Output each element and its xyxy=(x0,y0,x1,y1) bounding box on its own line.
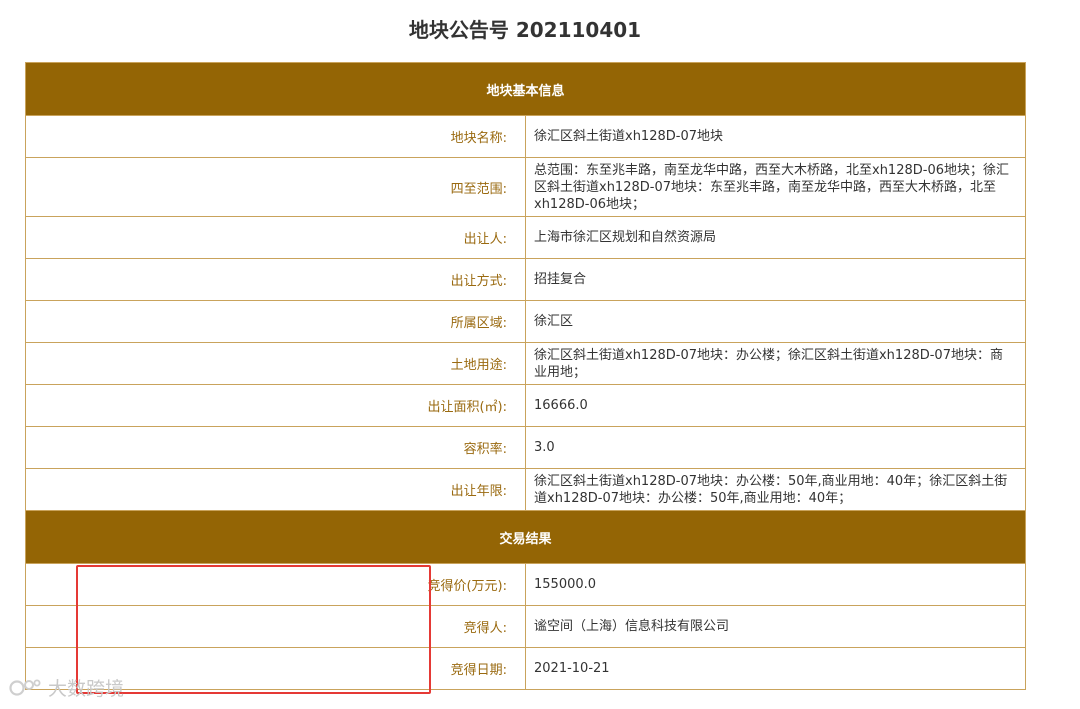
seller-label: 出让人: xyxy=(25,216,526,259)
parcel-name-label: 地块名称: xyxy=(25,115,526,158)
table-row: 土地用途: 徐汇区斜土街道xh128D-07地块：办公楼；徐汇区斜土街道xh12… xyxy=(25,342,1026,385)
table-row: 容积率: 3.0 xyxy=(25,426,1026,469)
land-use-value: 徐汇区斜土街道xh128D-07地块：办公楼；徐汇区斜土街道xh128D-07地… xyxy=(525,342,1026,385)
result-header-row: 交易结果 xyxy=(25,510,1026,564)
plot-ratio-label: 容积率: xyxy=(25,426,526,469)
page-title: 地块公告号 202110401 xyxy=(408,18,642,42)
table-row: 出让人: 上海市徐汇区规划和自然资源局 xyxy=(25,216,1026,259)
parcel-name-value: 徐汇区斜土街道xh128D-07地块 xyxy=(525,115,1026,158)
table-row: 出让面积(㎡): 16666.0 xyxy=(25,384,1026,427)
watermark-logo-icon xyxy=(9,679,41,696)
land-use-label: 土地用途: xyxy=(25,342,526,385)
area-label: 出让面积(㎡): xyxy=(25,384,526,427)
watermark-text: 大数跨境 xyxy=(48,678,125,700)
transfer-method-value: 招挂复合 xyxy=(525,258,1026,301)
area-value: 16666.0 xyxy=(525,384,1026,427)
table-row: 出让年限: 徐汇区斜土街道xh128D-07地块：办公楼：50年,商业用地：40… xyxy=(25,468,1026,511)
boundary-value: 总范围：东至兆丰路，南至龙华中路，西至大木桥路，北至xh128D-06地块；徐汇… xyxy=(525,157,1026,217)
basic-info-heading: 地块基本信息 xyxy=(25,62,1026,116)
district-value: 徐汇区 xyxy=(525,300,1026,343)
district-label: 所属区域: xyxy=(25,300,526,343)
basic-info-header-row: 地块基本信息 xyxy=(25,62,1026,116)
table-row: 出让方式: 招挂复合 xyxy=(25,258,1026,301)
table-row: 四至范围: 总范围：东至兆丰路，南至龙华中路，西至大木桥路，北至xh128D-0… xyxy=(25,157,1026,217)
winning-date-value: 2021-10-21 xyxy=(525,647,1026,690)
boundary-label: 四至范围: xyxy=(25,157,526,217)
winning-price-value: 155000.0 xyxy=(525,563,1026,606)
winner-value: 谧空间（上海）信息科技有限公司 xyxy=(525,605,1026,648)
seller-value: 上海市徐汇区规划和自然资源局 xyxy=(525,216,1026,259)
transfer-method-label: 出让方式: xyxy=(25,258,526,301)
plot-ratio-value: 3.0 xyxy=(525,426,1026,469)
result-heading: 交易结果 xyxy=(25,510,1026,564)
table-row: 所属区域: 徐汇区 xyxy=(25,300,1026,343)
highlight-box xyxy=(76,565,431,694)
table-row: 地块名称: 徐汇区斜土街道xh128D-07地块 xyxy=(25,115,1026,158)
term-value: 徐汇区斜土街道xh128D-07地块：办公楼：50年,商业用地：40年；徐汇区斜… xyxy=(525,468,1026,511)
term-label: 出让年限: xyxy=(25,468,526,511)
watermark: 大数跨境 xyxy=(8,674,124,701)
